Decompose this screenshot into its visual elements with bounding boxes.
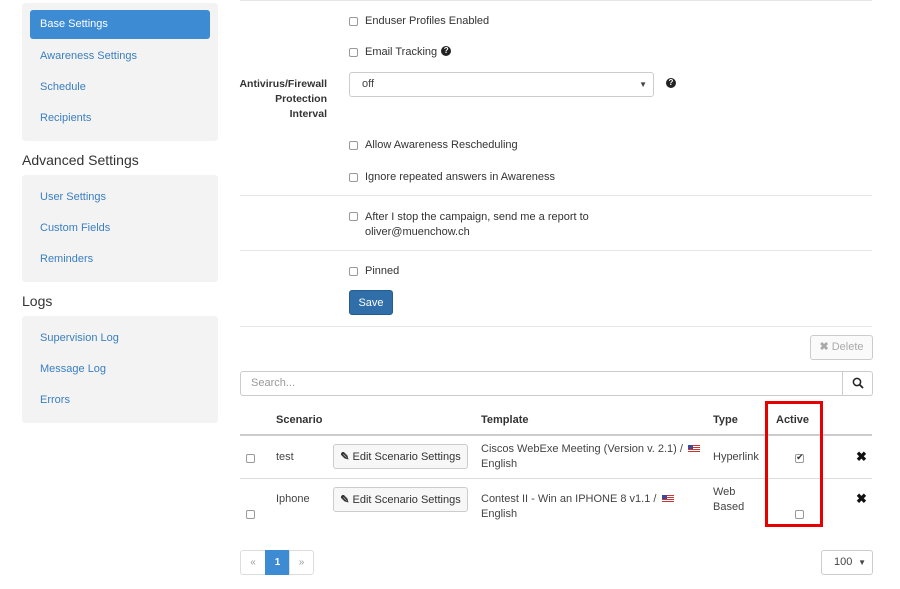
email-tracking-label: Email Tracking [365,46,438,58]
scenario-name: Iphone [276,493,310,505]
template-cell: Contest II - Win an IPHONE 8 v1.1 / Engl… [481,492,711,522]
remove-icon[interactable]: ✖ [856,491,867,507]
template-name: Contest II - Win an IPHONE 8 v1.1 / [481,493,657,505]
allow-rescheduling-row: Allow Awareness Rescheduling [349,139,518,151]
advanced-settings-panel: User Settings Custom Fields Reminders [22,175,218,282]
antivirus-label-line-1: Antivirus/Firewall [239,78,327,90]
report-email: oliver@muenchow.ch [365,226,470,238]
antivirus-interval-label: Antivirus/Firewall Protection Interval [230,77,327,122]
enduser-profiles-label: Enduser Profiles Enabled [365,15,490,27]
report-checkbox[interactable] [349,212,358,221]
sidebar-item-custom-fields[interactable]: Custom Fields [30,214,210,243]
logs-heading: Logs [22,293,53,309]
pagination-page-1[interactable]: 1 [265,550,290,575]
antivirus-interval-value: off [362,78,375,90]
ignore-repeated-row: Ignore repeated answers in Awareness [349,171,555,183]
enduser-profiles-checkbox[interactable] [349,17,358,26]
template-language: English [481,508,518,520]
pinned-label: Pinned [365,265,400,277]
divider [240,250,872,251]
report-label-line-1: After I stop the campaign, send me a rep… [365,211,589,223]
antivirus-label-line-2: Protection [275,93,327,105]
search-placeholder: Search... [251,377,296,389]
header-template: Template [481,414,529,426]
pagination-prev[interactable]: « [240,550,266,575]
sidebar-item-schedule[interactable]: Schedule [30,73,210,102]
email-tracking-checkbox[interactable] [349,48,358,57]
scenario-name: test [276,451,294,463]
active-column-highlight [765,401,823,527]
antivirus-interval-select[interactable]: off ▼ [349,72,654,97]
report-label: After I stop the campaign, send me a rep… [365,210,589,240]
type-line-2: Based [713,501,745,513]
sidebar-item-errors[interactable]: Errors [30,386,210,415]
delete-button[interactable]: ✖ Delete [810,335,873,360]
question-circle-icon[interactable]: ? [441,46,452,56]
edit-scenario-label: Edit Scenario Settings [352,450,461,463]
allow-rescheduling-label: Allow Awareness Rescheduling [365,139,518,151]
settings-panel: Base Settings Awareness Settings Schedul… [22,3,218,141]
email-tracking-row: Email Tracking ? [349,46,452,58]
template-language: English [481,458,518,470]
sidebar-item-supervision-log[interactable]: Supervision Log [30,324,210,353]
sidebar-item-awareness-settings[interactable]: Awareness Settings [30,42,210,71]
advanced-settings-heading: Advanced Settings [22,152,139,168]
search-button[interactable] [842,371,873,396]
antivirus-label-line-3: Interval [289,108,327,120]
sidebar-item-message-log[interactable]: Message Log [30,355,210,384]
allow-rescheduling-checkbox[interactable] [349,141,358,150]
template-cell: Ciscos WebExe Meeting (Version v. 2.1) /… [481,442,706,472]
search-input[interactable]: Search... [240,371,843,396]
pinned-row: Pinned [349,265,399,277]
logs-panel: Supervision Log Message Log Errors [22,316,218,423]
caret-down-icon: ▼ [639,80,647,89]
us-flag-icon [688,445,701,454]
edit-scenario-label: Edit Scenario Settings [352,493,461,506]
remove-icon[interactable]: ✖ [856,449,867,465]
ignore-repeated-checkbox[interactable] [349,173,358,182]
report-row: After I stop the campaign, send me a rep… [349,210,589,240]
delete-label: Delete [831,341,864,353]
template-name: Ciscos WebExe Meeting (Version v. 2.1) / [481,443,683,455]
header-type: Type [713,414,738,426]
pagination-next[interactable]: » [289,550,314,575]
caret-down-icon: ▼ [858,558,866,567]
us-flag-icon [661,495,674,504]
question-circle-icon[interactable]: ? [666,78,676,88]
edit-scenario-settings-button[interactable]: ✎ Edit Scenario Settings [333,444,468,469]
page-size-value: 100 [834,556,852,568]
type-cell: Hyperlink [713,451,759,463]
divider [240,326,872,327]
sidebar-item-reminders[interactable]: Reminders [30,245,210,274]
ignore-repeated-label: Ignore repeated answers in Awareness [365,171,555,183]
save-button[interactable]: Save [349,290,393,315]
row-select-checkbox[interactable] [246,454,255,463]
header-scenario: Scenario [276,414,323,426]
divider [240,195,872,196]
row-select-checkbox[interactable] [246,510,255,519]
search-icon [852,377,864,389]
sidebar-item-user-settings[interactable]: User Settings [30,183,210,212]
edit-icon: ✎ [340,451,350,463]
edit-icon: ✎ [340,494,350,506]
enduser-profiles-row: Enduser Profiles Enabled [349,15,489,27]
edit-scenario-settings-button[interactable]: ✎ Edit Scenario Settings [333,487,468,512]
sidebar-item-recipients[interactable]: Recipients [30,104,210,133]
type-cell: Web Based [713,485,744,515]
close-icon: ✖ [819,341,829,353]
divider [240,0,872,1]
pinned-checkbox[interactable] [349,267,358,276]
sidebar-item-base-settings[interactable]: Base Settings [30,10,210,39]
type-line-1: Web [713,486,736,498]
page-size-select[interactable]: 100 ▼ [821,550,873,575]
